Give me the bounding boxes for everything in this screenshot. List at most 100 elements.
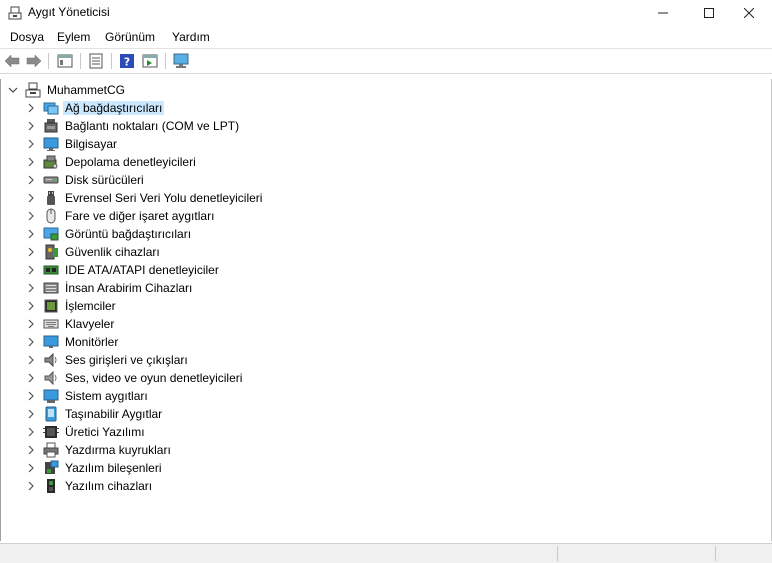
tree-item[interactable]: Yazdırma kuyrukları xyxy=(25,441,171,459)
title-bar: Aygıt Yöneticisi xyxy=(0,0,772,26)
back-button[interactable] xyxy=(3,52,21,70)
port-icon xyxy=(44,119,58,133)
menu-eylem[interactable]: Eylem xyxy=(55,30,92,44)
chevron-right-icon[interactable] xyxy=(25,228,37,240)
chevron-right-icon[interactable] xyxy=(25,300,37,312)
tree-item-label: İşlemciler xyxy=(65,299,116,313)
tree-item[interactable]: Ses, video ve oyun denetleyicileri xyxy=(25,369,242,387)
tree-item[interactable]: Bağlantı noktaları (COM ve LPT) xyxy=(25,117,239,135)
toolbar-separator xyxy=(80,53,81,69)
chevron-right-icon[interactable] xyxy=(25,354,37,366)
sound-icon xyxy=(44,370,57,386)
tree-item-label: Ağ bağdaştırıcıları xyxy=(63,101,165,115)
action-pane-button[interactable] xyxy=(141,52,159,70)
keyboard-icon xyxy=(43,319,59,329)
tree-item[interactable]: Klavyeler xyxy=(25,315,114,333)
chevron-right-icon[interactable] xyxy=(25,318,37,330)
speaker-icon xyxy=(44,352,57,368)
help-icon: ? xyxy=(120,54,134,69)
forward-button[interactable] xyxy=(25,52,43,70)
tree-item-label: Ses girişleri ve çıkışları xyxy=(65,353,188,367)
tree-item[interactable]: Görüntü bağdaştırıcıları xyxy=(25,225,191,243)
toolbar-separator xyxy=(111,53,112,69)
chevron-right-icon[interactable] xyxy=(25,462,37,474)
chevron-right-icon[interactable] xyxy=(25,156,37,168)
menu-gorunum[interactable]: Görünüm xyxy=(103,30,157,44)
close-icon xyxy=(744,8,754,18)
computer-icon xyxy=(43,137,59,151)
tree-item-label: IDE ATA/ATAPI denetleyiciler xyxy=(65,263,219,277)
chevron-right-icon[interactable] xyxy=(25,174,37,186)
chevron-right-icon[interactable] xyxy=(25,192,37,204)
show-hide-console-tree-button[interactable] xyxy=(56,52,74,70)
chevron-down-icon[interactable] xyxy=(7,84,19,96)
system-device-icon xyxy=(43,389,59,403)
chevron-right-icon[interactable] xyxy=(25,102,37,114)
chevron-right-icon[interactable] xyxy=(25,390,37,402)
menu-dosya[interactable]: Dosya xyxy=(8,30,46,44)
tree-item[interactable]: Disk sürücüleri xyxy=(25,171,144,189)
tree-item-label: Yazılım bileşenleri xyxy=(65,461,162,475)
properties-button[interactable] xyxy=(87,52,105,70)
back-arrow-icon xyxy=(4,54,20,68)
monitor-icon xyxy=(43,335,59,348)
tree-item[interactable]: IDE ATA/ATAPI denetleyiciler xyxy=(25,261,219,279)
close-button[interactable] xyxy=(726,0,772,26)
tree-item[interactable]: Taşınabilir Aygıtlar xyxy=(25,405,162,423)
chevron-right-icon[interactable] xyxy=(25,282,37,294)
tree-item[interactable]: Monitörler xyxy=(25,333,118,351)
portable-device-icon xyxy=(45,406,57,422)
svg-text:?: ? xyxy=(124,56,130,69)
scan-hardware-button[interactable] xyxy=(172,52,190,70)
chevron-right-icon[interactable] xyxy=(25,426,37,438)
tree-item-label: Yazılım cihazları xyxy=(65,479,153,493)
tree-item-label: Görüntü bağdaştırıcıları xyxy=(65,227,192,241)
chevron-right-icon[interactable] xyxy=(25,138,37,150)
device-tree[interactable]: MuhammetCG Ağ bağdaştırıcıları Bağlantı n… xyxy=(0,79,772,541)
tree-item[interactable]: İnsan Arabirim Cihazları xyxy=(25,279,192,297)
chevron-right-icon[interactable] xyxy=(25,120,37,132)
tree-item[interactable]: İşlemciler xyxy=(25,297,116,315)
tree-item-label: Fare ve diğer işaret aygıtları xyxy=(65,209,215,223)
tree-item[interactable]: Yazılım bileşenleri xyxy=(25,459,161,477)
tree-item-label: Bilgisayar xyxy=(65,137,118,151)
chevron-right-icon[interactable] xyxy=(25,444,37,456)
processor-icon xyxy=(44,299,58,313)
tree-root-node[interactable]: MuhammetCG xyxy=(7,81,125,99)
tree-item[interactable]: Evrensel Seri Veri Yolu denetleyicileri xyxy=(25,189,262,207)
tree-item[interactable]: Bilgisayar xyxy=(25,135,117,153)
device-manager-icon xyxy=(8,6,22,20)
disk-drive-icon xyxy=(43,176,59,184)
tree-item[interactable]: Fare ve diğer işaret aygıtları xyxy=(25,207,214,225)
tree-item[interactable]: Depolama denetleyicileri xyxy=(25,153,196,171)
tree-item[interactable]: Yazılım cihazları xyxy=(25,477,152,495)
chevron-right-icon[interactable] xyxy=(25,480,37,492)
chevron-right-icon[interactable] xyxy=(25,372,37,384)
minimize-button[interactable] xyxy=(640,0,686,26)
tree-item[interactable]: Güvenlik cihazları xyxy=(25,243,160,261)
tree-item[interactable]: Ağ bağdaştırıcıları xyxy=(25,99,165,117)
firmware-icon xyxy=(43,426,59,438)
help-button[interactable]: ? xyxy=(118,52,136,70)
network-adapter-icon xyxy=(43,102,59,115)
software-device-icon xyxy=(47,479,55,493)
tree-item[interactable]: Sistem aygıtları xyxy=(25,387,148,405)
tree-item-label: Yazdırma kuyrukları xyxy=(65,443,171,457)
chevron-right-icon[interactable] xyxy=(25,210,37,222)
menu-yardim[interactable]: Yardım xyxy=(170,30,212,44)
root-label: MuhammetCG xyxy=(47,83,126,97)
tree-item[interactable]: Ses girişleri ve çıkışları xyxy=(25,351,188,369)
tree-item[interactable]: Üretici Yazılımı xyxy=(25,423,145,441)
storage-controller-icon xyxy=(43,155,58,169)
chevron-right-icon[interactable] xyxy=(25,408,37,420)
chevron-right-icon[interactable] xyxy=(25,336,37,348)
window-title: Aygıt Yöneticisi xyxy=(28,5,110,19)
software-component-icon xyxy=(45,460,59,474)
tree-item-label: Ses, video ve oyun denetleyicileri xyxy=(65,371,243,385)
chevron-right-icon[interactable] xyxy=(25,246,37,258)
tree-item-label: Evrensel Seri Veri Yolu denetleyicileri xyxy=(65,191,263,205)
chevron-right-icon[interactable] xyxy=(25,264,37,276)
properties-icon xyxy=(89,53,103,69)
usb-icon xyxy=(47,191,55,205)
status-bar xyxy=(0,543,772,563)
